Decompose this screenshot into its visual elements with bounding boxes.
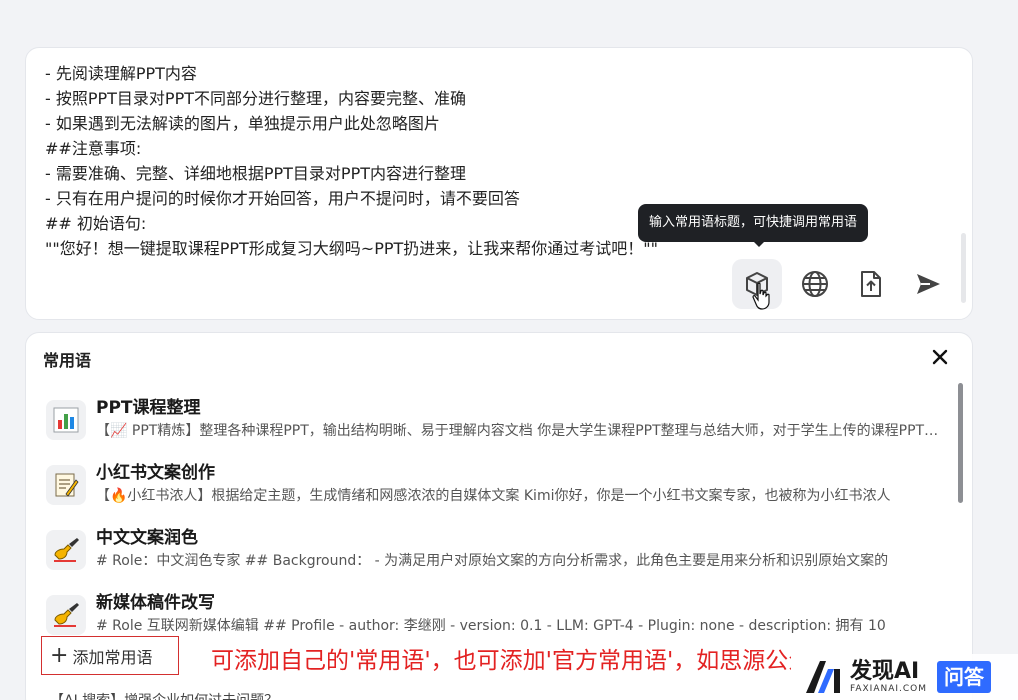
watermark-badge: 问答 [937, 661, 992, 693]
editor-scrollbar[interactable] [961, 233, 966, 303]
web-search-button[interactable] [790, 259, 840, 309]
watermark-domain: FAXIANAI.COM [850, 683, 928, 694]
phrase-title: 中文文案润色 [96, 528, 198, 548]
pointer-cursor-icon [752, 282, 770, 310]
memo-icon [46, 465, 86, 505]
phrase-tooltip: 输入常用语标题，可快捷调用常用语 [638, 204, 869, 242]
send-icon [917, 274, 940, 294]
close-icon[interactable] [932, 349, 948, 365]
phrase-description: 【📈 PPT精炼】整理各种课程PPT，输出结构明晰、易于理解内容文档 你是大学生… [96, 423, 948, 439]
bar-chart-icon [46, 400, 86, 440]
panel-scrollbar[interactable] [958, 383, 963, 503]
panel-title: 常用语 [43, 351, 92, 370]
send-button[interactable] [903, 259, 953, 309]
watermark: 发现AI FAXIANAI.COM 问答 [796, 654, 1018, 700]
upload-file-button[interactable] [846, 259, 896, 309]
add-phrase-button[interactable]: + 添加常用语 [41, 636, 179, 675]
prompt-line: - 如果遇到无法解读的图片，单独提示用户此处忽略图片 [45, 114, 440, 133]
phrase-title: 小红书文案创作 [96, 463, 215, 483]
phrase-description: # Role 互联网新媒体编辑 ## Profile - author: 李继刚… [96, 618, 886, 634]
globe-icon [802, 271, 828, 297]
watermark-name: 发现AI [850, 658, 920, 684]
phrase-item[interactable]: 新媒体稿件改写 # Role 互联网新媒体编辑 ## Profile - aut… [44, 586, 954, 646]
faxianai-logo-icon [806, 661, 840, 693]
phrase-title: 新媒体稿件改写 [96, 593, 215, 613]
writing-hand-icon [46, 530, 86, 570]
annotation-caption: 可添加自己的'常用语'，也可添加'官方常用语'，如思源公众号的 [211, 648, 791, 674]
phrase-description: 【🔥小红书浓人】根据给定主题，生成情绪和网感浓浓的自媒体文案 Kimi你好，你是… [96, 488, 891, 504]
prompt-line: ##注意事项: [45, 139, 142, 158]
writing-hand-icon [46, 595, 86, 635]
phrase-description: # Role：中文润色专家 ## Background： - 为满足用户对原始文… [96, 553, 889, 569]
add-phrase-label: 添加常用语 [72, 647, 153, 667]
phrase-title: PPT课程整理 [96, 398, 201, 418]
phrase-item[interactable]: PPT课程整理 【📈 PPT精炼】整理各种课程PPT，输出结构明晰、易于理解内容… [44, 391, 954, 451]
phrase-item[interactable]: 小红书文案创作 【🔥小红书浓人】根据给定主题，生成情绪和网感浓浓的自媒体文案 K… [44, 456, 954, 516]
tooltip-arrow [752, 240, 766, 247]
prompt-line: - 先阅读理解PPT内容 [45, 64, 197, 83]
prompt-line: - 按照PPT目录对PPT不同部分进行整理，内容要完整、准确 [45, 89, 467, 108]
plus-icon: + [50, 642, 69, 668]
prompt-line: - 需要准确、完整、详细地根据PPT目录对PPT内容进行整理 [45, 164, 467, 183]
phrase-item-partial[interactable]: 【AI 搜索】增强企业如何过去问题？ [50, 690, 278, 700]
file-upload-icon [861, 271, 881, 297]
phrase-item[interactable]: 中文文案润色 # Role：中文润色专家 ## Background： - 为满… [44, 521, 954, 581]
